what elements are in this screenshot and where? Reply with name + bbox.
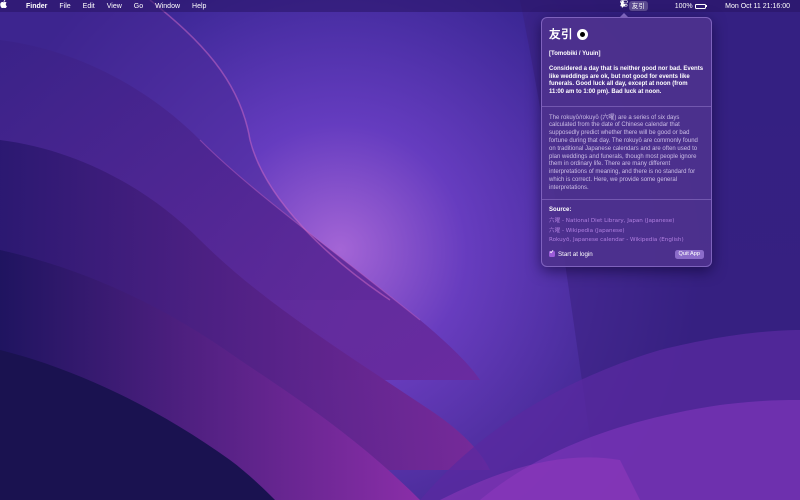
battery-nub [706,5,708,7]
source-link-wikipedia-en[interactable]: Rokuyō, Japanese calendar - Wikipedia (E… [549,237,704,243]
menu-edit[interactable]: Edit [83,3,95,10]
quit-app-button[interactable]: Quit App [674,249,704,259]
popover-title: 友引 [549,27,573,41]
rokuyo-popover: 友引 [Tomobiki / Yuuin] Considered a day t… [541,17,712,267]
battery-indicator[interactable]: 100% [674,2,708,10]
divider [542,198,711,200]
battery-percent: 100% [674,2,693,10]
checkmark-icon [549,250,554,254]
menu-go[interactable]: Go [134,3,143,10]
start-at-login-toggle[interactable]: Start at login [549,250,593,258]
popover-reading: [Tomobiki / Yuuin] [549,51,601,57]
status-app-rokuyo[interactable]: 友引 [628,1,648,11]
source-label: Source: [549,207,572,214]
start-at-login-checkbox[interactable] [549,250,555,257]
menu-view[interactable]: View [107,3,122,10]
apple-logo-icon[interactable] [0,0,18,12]
desktop-wallpaper: Finder File Edit View Go Window Help 友引 … [0,0,800,500]
source-link-wikipedia-ja[interactable]: 六曜 - Wikipedia (Japanese) [549,226,704,234]
battery-icon [694,3,706,9]
menu-file[interactable]: File [59,3,70,10]
source-link-ndl[interactable]: 六曜 - National Diet Library, Japan (Japan… [549,216,704,224]
popover-explanation: The rokuyō/rokuyō (六曜) are a series of s… [549,114,698,191]
menu-window[interactable]: Window [155,3,180,10]
start-at-login-label: Start at login [558,250,593,258]
menu-bar: Finder File Edit View Go Window Help 友引 … [0,0,800,12]
menu-app-name[interactable]: Finder [26,3,47,10]
menu-help[interactable]: Help [192,3,206,10]
menubar-clock[interactable]: Mon Oct 11 21:16:00 [725,3,790,10]
popover-meaning: Considered a day that is neither good no… [549,66,704,96]
filled-circle-dot-icon [577,28,588,40]
divider [542,105,711,107]
